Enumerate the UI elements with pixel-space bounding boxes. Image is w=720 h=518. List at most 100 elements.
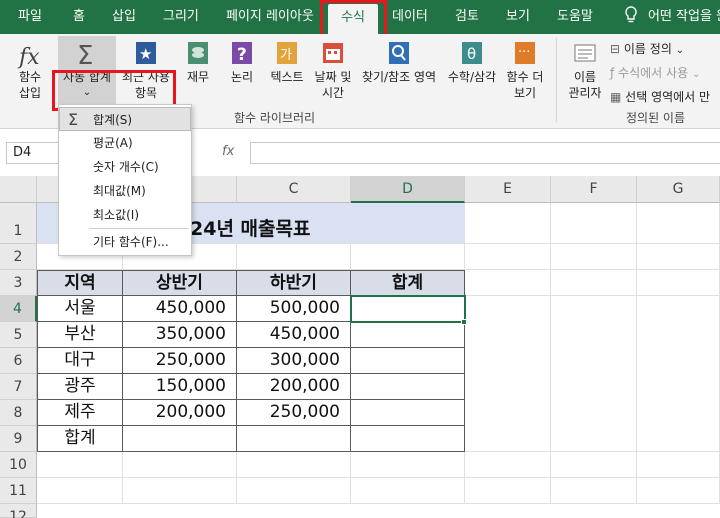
cell[interactable] [465,478,551,504]
cell[interactable] [551,270,637,296]
header-second-half[interactable]: 하반기 [237,270,351,296]
tab-formulas[interactable]: 수식 [328,4,378,34]
cell[interactable] [237,452,351,478]
total-label-cell[interactable]: 합계 [37,426,123,452]
tab-home[interactable]: 홈 [73,0,85,34]
second-half-cell[interactable]: 200,000 [237,374,351,400]
tab-review[interactable]: 검토 [455,0,479,34]
region-cell[interactable]: 서울 [37,296,123,322]
cell[interactable] [351,478,465,504]
first-half-cell[interactable]: 450,000 [123,296,237,322]
menu-item-more-functions[interactable]: 기타 함수(F)... [59,230,191,254]
header-first-half[interactable]: 상반기 [123,270,237,296]
region-cell[interactable]: 대구 [37,348,123,374]
cell[interactable] [37,452,123,478]
autosum-button[interactable]: Σ 자동 합계 ⌄ [58,36,116,108]
tab-view[interactable]: 보기 [506,0,530,34]
cell[interactable] [123,478,237,504]
row-header-9[interactable]: 9 [0,426,37,452]
tab-help[interactable]: 도움말 [557,0,593,34]
tab-draw[interactable]: 그리기 [163,0,199,34]
row-header-8[interactable]: 8 [0,400,37,426]
region-cell[interactable]: 부산 [37,322,123,348]
cell[interactable] [637,296,720,452]
row-header-3[interactable]: 3 [0,270,37,296]
header-region[interactable]: 지역 [37,270,123,296]
second-half-cell[interactable]: 500,000 [237,296,351,322]
row-header-1[interactable]: 1 [0,203,37,244]
text-button[interactable]: 가 텍스트 [266,40,308,85]
define-name-button[interactable]: ⊟ 이름 정의 ⌄ [610,40,684,57]
tab-file[interactable]: 파일 [18,0,42,34]
first-half-cell[interactable]: 250,000 [123,348,237,374]
column-header-g[interactable]: G [637,176,720,203]
row-header-2[interactable]: 2 [0,244,37,270]
cell[interactable] [551,244,637,270]
cell[interactable] [551,296,637,452]
region-cell[interactable]: 광주 [37,374,123,400]
tab-data[interactable]: 데이터 [392,0,428,34]
lookup-reference-button[interactable]: 찾기/참조 영역 [358,40,440,85]
cell[interactable] [637,452,720,478]
second-half-cell[interactable]: 250,000 [237,400,351,426]
cell[interactable] [465,296,551,452]
grand-total-cell[interactable] [351,426,465,452]
cell[interactable] [237,244,351,270]
name-manager-button[interactable]: 이름 관리자 [562,40,608,101]
datetime-button[interactable]: 날짜 및 시간 [310,40,356,101]
cell[interactable] [465,203,551,244]
menu-item-average[interactable]: 평균(A) [59,131,191,155]
column-header-c[interactable]: C [237,176,351,203]
cell[interactable] [465,244,551,270]
cell[interactable] [351,244,465,270]
cell[interactable] [37,478,123,504]
create-from-selection-button[interactable]: ▦ 선택 영역에서 만 [610,88,710,105]
row-header-10[interactable]: 10 [0,452,37,478]
row-header-6[interactable]: 6 [0,348,37,374]
cell[interactable] [637,203,720,244]
cell[interactable] [351,452,465,478]
recently-used-button[interactable]: ★ 최근 사용 항목 [118,40,174,101]
second-half-cell[interactable]: 300,000 [237,348,351,374]
row-header-7[interactable]: 7 [0,374,37,400]
menu-item-sum[interactable]: Σ 합계(S) [59,107,191,131]
total-cell[interactable] [351,348,465,374]
menu-item-count[interactable]: 숫자 개수(C) [59,155,191,179]
cell[interactable] [551,478,637,504]
math-trig-button[interactable]: θ 수학/삼각 [444,40,500,85]
row-header-4[interactable]: 4 [0,296,37,322]
cell[interactable] [123,452,237,478]
row-header-11[interactable]: 11 [0,478,37,504]
formula-input[interactable] [250,142,720,164]
column-header-e[interactable]: E [465,176,551,203]
row-header-5[interactable]: 5 [0,322,37,348]
header-total[interactable]: 합계 [351,270,465,296]
cell[interactable] [637,478,720,504]
first-half-cell[interactable]: 350,000 [123,322,237,348]
first-half-cell[interactable]: 200,000 [123,400,237,426]
total-cell[interactable] [351,374,465,400]
cell[interactable] [465,270,551,296]
menu-item-min[interactable]: 최소값(I) [59,203,191,227]
cell[interactable] [237,478,351,504]
row-header-12[interactable]: 12 [0,504,37,518]
total-cell[interactable] [351,400,465,426]
second-half-cell[interactable]: 450,000 [237,322,351,348]
column-header-d[interactable]: D [351,176,465,203]
logical-button[interactable]: ? 논리 [222,40,262,85]
fill-handle[interactable] [461,319,467,325]
region-cell[interactable]: 제주 [37,400,123,426]
cell[interactable] [551,452,637,478]
financial-button[interactable]: 재무 [180,40,216,85]
column-header-f[interactable]: F [551,176,637,203]
first-half-total-cell[interactable] [123,426,237,452]
menu-item-max[interactable]: 최대값(M) [59,179,191,203]
first-half-cell[interactable]: 150,000 [123,374,237,400]
cell[interactable] [637,244,720,270]
fx-icon[interactable]: fx [222,144,234,159]
cell[interactable] [465,452,551,478]
tell-me-search[interactable]: 어떤 작업을 원 [648,0,720,34]
tab-insert[interactable]: 삽입 [112,0,136,34]
use-in-formula-button[interactable]: ƒ 수식에서 사용 ⌄ [610,64,700,81]
cell[interactable] [637,270,720,296]
